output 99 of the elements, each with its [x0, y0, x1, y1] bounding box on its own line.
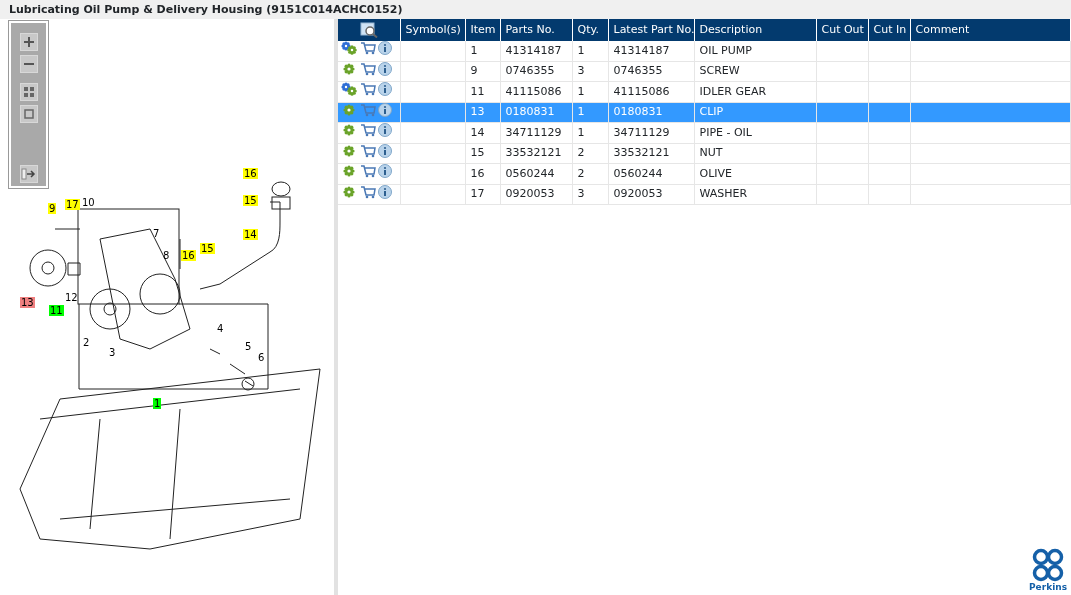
column-header[interactable]: Latest Part No. [608, 19, 694, 41]
table-cell: 0746355 [608, 61, 694, 82]
grid-icon [21, 84, 36, 99]
export-button[interactable] [19, 164, 38, 183]
table-row[interactable]: 1 41314187 1 41314187 OIL PUMP [338, 41, 1071, 61]
table-cell: PIPE - OIL [694, 122, 816, 143]
table-cell: 1 [572, 41, 608, 61]
logo-icon [1031, 548, 1065, 582]
table-cell: IDLER GEAR [694, 81, 816, 102]
callout-label[interactable]: 1 [153, 398, 162, 409]
cart-icon[interactable] [359, 41, 376, 55]
square-icon [21, 106, 36, 121]
callout-label[interactable]: 17 [65, 199, 80, 210]
table-cell: 14 [465, 122, 500, 143]
table-row[interactable]: 9 0746355 3 0746355 SCREW [338, 61, 1071, 82]
column-header[interactable]: Cut In [868, 19, 910, 41]
table-cell: 2 [572, 143, 608, 164]
callout-label[interactable]: 11 [49, 305, 64, 316]
callout-label[interactable]: 15 [243, 195, 258, 206]
table-cell: 41115086 [608, 81, 694, 102]
info-icon[interactable] [378, 184, 393, 199]
brand-name: Perkins [1029, 582, 1067, 592]
cart-icon[interactable] [359, 102, 376, 117]
table-cell: 9 [465, 61, 500, 82]
cart-icon[interactable] [359, 184, 376, 199]
table-cell: SCREW [694, 61, 816, 82]
table-cell: 1 [465, 41, 500, 61]
info-icon[interactable] [378, 143, 393, 158]
table-cell: 2 [572, 163, 608, 184]
callout-label[interactable]: 3 [108, 347, 117, 358]
table-cell: 1 [572, 122, 608, 143]
actual-size-button[interactable] [19, 104, 38, 123]
table-cell: OIL PUMP [694, 41, 816, 61]
table-cell: 0560244 [608, 163, 694, 184]
table-cell: 0920053 [500, 184, 572, 205]
column-header[interactable]: Parts No. [500, 19, 572, 41]
callout-label[interactable]: 9 [48, 203, 57, 214]
cart-icon[interactable] [359, 61, 376, 76]
info-icon[interactable] [378, 102, 393, 117]
table-cell: 0746355 [500, 61, 572, 82]
plus-icon [21, 35, 36, 49]
table-cell: 33532121 [500, 143, 572, 164]
callout-label[interactable]: 16 [181, 250, 196, 261]
table-cell: OLIVE [694, 163, 816, 184]
callout-label[interactable]: 16 [243, 168, 258, 179]
column-header[interactable]: Symbol(s) [400, 19, 465, 41]
info-icon[interactable] [378, 123, 393, 137]
table-cell: 0560244 [500, 163, 572, 184]
info-icon[interactable] [378, 164, 393, 178]
callout-label[interactable]: 10 [81, 197, 96, 208]
column-header[interactable]: Cut Out [816, 19, 868, 41]
table-cell: 15 [465, 143, 500, 164]
cart-icon[interactable] [359, 82, 376, 96]
window-title: Lubricating Oil Pump & Delivery Housing (9151C014ACHC0152) [0, 0, 1071, 19]
cart-icon[interactable] [359, 143, 376, 158]
callout-label[interactable]: 2 [82, 337, 91, 348]
callout-label[interactable]: 12 [64, 292, 79, 303]
table-cell: 41314187 [608, 41, 694, 61]
column-header[interactable]: Description [694, 19, 816, 41]
table-row[interactable]: 16 0560244 2 0560244 OLIVE [338, 163, 1071, 184]
table-cell: 11 [465, 81, 500, 102]
callout-label[interactable]: 8 [162, 250, 171, 261]
cart-icon[interactable] [359, 123, 376, 137]
cart-icon[interactable] [359, 164, 376, 178]
info-icon[interactable] [378, 41, 393, 55]
callout-label[interactable]: 5 [244, 341, 253, 352]
column-header[interactable]: Qty. [572, 19, 608, 41]
callout-label[interactable]: 6 [257, 352, 266, 363]
table-row[interactable]: 11 41115086 1 41115086 IDLER GEAR [338, 81, 1071, 102]
callout-label[interactable]: 15 [200, 243, 215, 254]
table-cell: 0920053 [608, 184, 694, 205]
table-row[interactable]: 15 33532121 2 33532121 NUT [338, 143, 1071, 164]
callout-label[interactable]: 4 [216, 323, 225, 334]
zoom-in-button[interactable] [19, 33, 38, 51]
search-icon[interactable] [359, 21, 378, 38]
table-cell: 41314187 [500, 41, 572, 61]
list-arrow-icon [20, 166, 37, 181]
table-cell: 3 [572, 61, 608, 82]
callout-label[interactable]: 13 [20, 297, 35, 308]
table-cell: 41115086 [500, 81, 572, 102]
table-cell: 33532121 [608, 143, 694, 164]
fit-button[interactable] [19, 82, 38, 101]
info-icon[interactable] [378, 82, 393, 96]
column-header[interactable]: Comment [910, 19, 1071, 41]
callout-label[interactable]: 7 [152, 228, 161, 239]
table-cell: 34711129 [500, 122, 572, 143]
table-cell: 34711129 [608, 122, 694, 143]
column-header[interactable]: Item [465, 19, 500, 41]
table-cell: 3 [572, 184, 608, 205]
info-icon[interactable] [378, 61, 393, 76]
table-row[interactable]: 14 34711129 1 34711129 PIPE - OIL [338, 122, 1071, 143]
table-cell: 1 [572, 81, 608, 102]
callout-label[interactable]: 14 [243, 229, 258, 240]
table-cell: WASHER [694, 184, 816, 205]
zoom-out-button[interactable] [19, 55, 38, 73]
table-cell: NUT [694, 143, 816, 164]
table-cell: 16 [465, 163, 500, 184]
table-cell: 17 [465, 184, 500, 205]
table-row[interactable]: 17 0920053 3 0920053 WASHER [338, 184, 1071, 205]
